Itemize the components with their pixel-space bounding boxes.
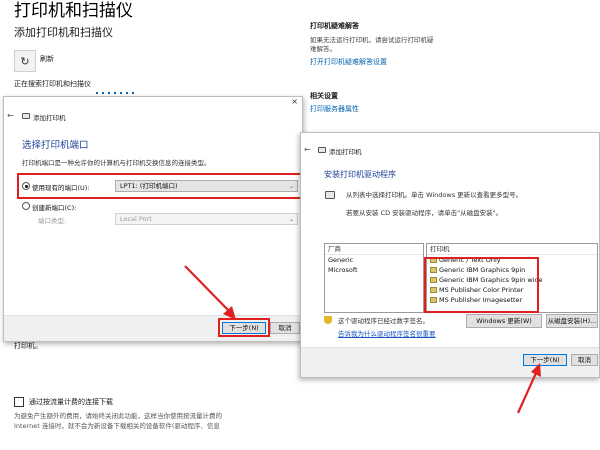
arrow-to-next-2 — [516, 372, 538, 414]
annotation-arrows — [184, 265, 541, 414]
arrow-to-next-1 — [184, 265, 231, 313]
